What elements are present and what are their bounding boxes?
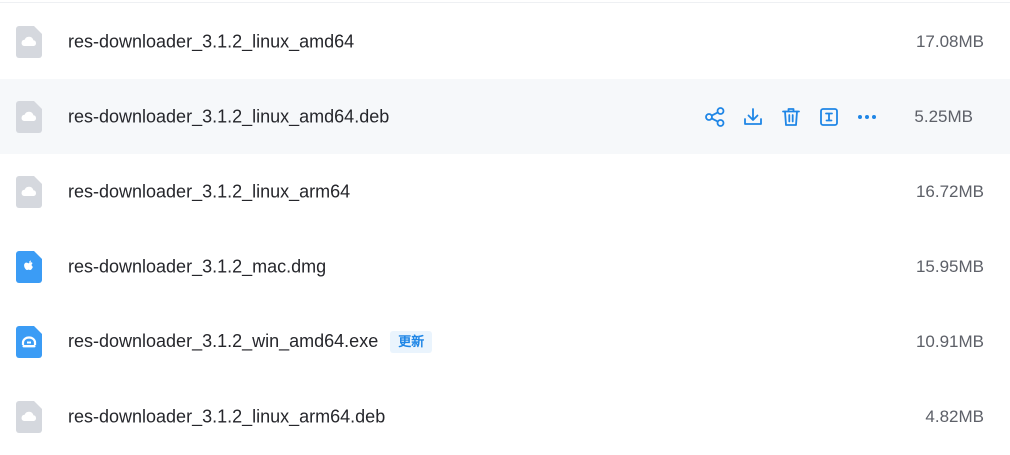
exe-file-icon (16, 325, 42, 358)
divider (0, 2, 1010, 3)
delete-icon[interactable] (780, 106, 802, 128)
file-name-text[interactable]: res-downloader_3.1.2_mac.dmg (68, 256, 326, 277)
file-size: 15.95MB (915, 256, 984, 276)
cloud-file-icon (16, 100, 42, 133)
file-name-text[interactable]: res-downloader_3.1.2_win_amd64.exe (68, 331, 378, 352)
file-size: 10.91MB (915, 331, 984, 351)
download-icon[interactable] (742, 106, 764, 128)
row-actions (704, 106, 878, 128)
file-name[interactable]: res-downloader_3.1.2_linux_arm64 (68, 181, 350, 202)
apple-file-icon (16, 250, 42, 283)
rename-icon[interactable] (818, 106, 840, 128)
share-icon[interactable] (704, 106, 726, 128)
file-name[interactable]: res-downloader_3.1.2_linux_arm64.deb (68, 406, 385, 427)
file-row[interactable]: res-downloader_3.1.2_linux_amd64.deb 5.2… (0, 79, 1010, 154)
file-name-text[interactable]: res-downloader_3.1.2_linux_arm64 (68, 181, 350, 202)
cloud-file-icon (16, 400, 42, 433)
file-size: 5.25MB (914, 106, 973, 126)
file-row[interactable]: res-downloader_3.1.2_linux_amd64 17.08MB (0, 4, 1010, 79)
file-list: res-downloader_3.1.2_linux_amd64 17.08MB… (0, 0, 1010, 455)
file-name[interactable]: res-downloader_3.1.2_linux_amd64 (68, 31, 354, 52)
file-size: 17.08MB (915, 31, 984, 51)
cloud-file-icon (16, 175, 42, 208)
file-row[interactable]: res-downloader_3.1.2_linux_arm64 16.72MB (0, 154, 1010, 229)
file-row[interactable]: res-downloader_3.1.2_win_amd64.exe 更新 10… (0, 304, 1010, 379)
file-name-text[interactable]: res-downloader_3.1.2_linux_arm64.deb (68, 406, 385, 427)
file-size: 4.82MB (925, 406, 984, 426)
update-badge: 更新 (390, 330, 433, 353)
cloud-file-icon (16, 25, 42, 58)
file-name[interactable]: res-downloader_3.1.2_linux_amd64.deb (68, 106, 389, 127)
file-row[interactable]: res-downloader_3.1.2_linux_arm64.deb 4.8… (0, 379, 1010, 454)
file-size: 16.72MB (915, 181, 984, 201)
file-name-text[interactable]: res-downloader_3.1.2_linux_amd64.deb (68, 106, 389, 127)
more-icon[interactable] (856, 106, 878, 128)
file-name[interactable]: res-downloader_3.1.2_mac.dmg (68, 256, 326, 277)
file-name[interactable]: res-downloader_3.1.2_win_amd64.exe 更新 (68, 330, 433, 353)
file-row[interactable]: res-downloader_3.1.2_mac.dmg 15.95MB (0, 229, 1010, 304)
file-name-text[interactable]: res-downloader_3.1.2_linux_amd64 (68, 31, 354, 52)
